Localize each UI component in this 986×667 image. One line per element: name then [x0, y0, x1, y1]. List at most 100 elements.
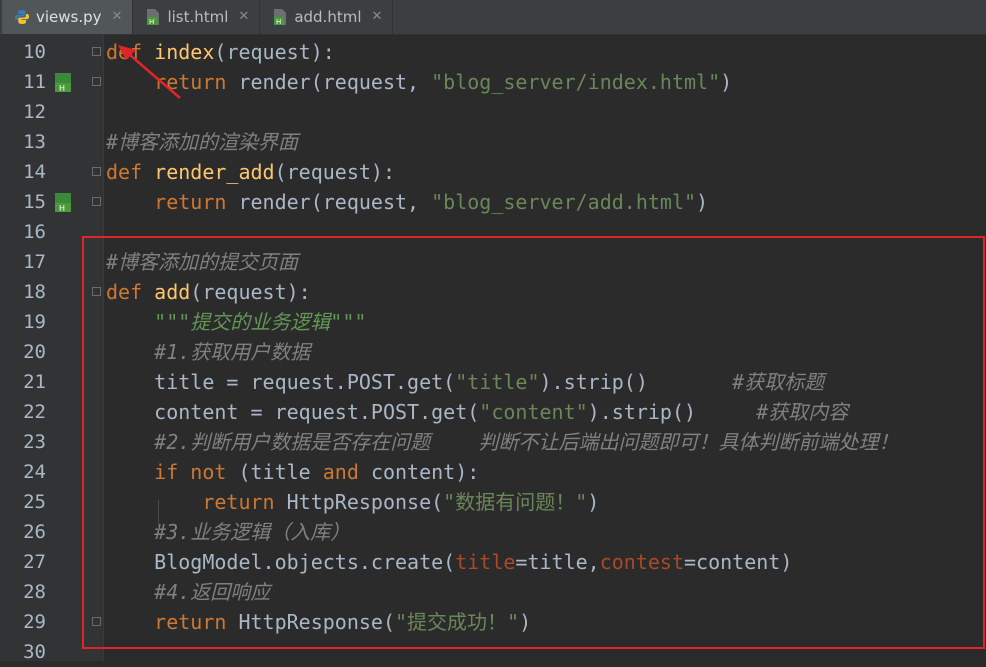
code-token: ):: [310, 40, 335, 64]
line-number: 29: [23, 611, 46, 633]
tab-list-html[interactable]: H list.html ✕: [133, 0, 261, 34]
code-token: =title,: [515, 550, 600, 574]
tab-label: add.html: [294, 7, 362, 26]
line-number: 20: [23, 341, 46, 363]
fold-marker-icon[interactable]: [92, 167, 101, 176]
code-line[interactable]: 21 title = request.POST.get("title").str…: [0, 367, 986, 397]
code-token: (: [214, 40, 227, 64]
code-token: (request):: [190, 280, 311, 304]
code-text: def render_add(request):: [106, 157, 395, 187]
code-token: #2.判断用户数据是否存在问题 判断不让后端出问题即可！具体判断前端处理！: [154, 430, 899, 454]
code-token: "content": [479, 400, 588, 424]
code-token: (title: [238, 460, 323, 484]
html-file-icon: H: [145, 8, 161, 26]
code-line[interactable]: 18 def add(request):: [0, 277, 986, 307]
code-text: return HttpResponse("提交成功！"): [106, 607, 531, 637]
tab-views-py[interactable]: views.py ✕: [2, 0, 134, 34]
svg-text:H: H: [59, 84, 65, 93]
code-line[interactable]: 12: [0, 97, 986, 127]
line-number: 27: [23, 551, 46, 573]
code-token: #4.返回响应: [154, 580, 271, 604]
code-line[interactable]: 30: [0, 637, 986, 667]
code-text: title = request.POST.get("title").strip(…: [106, 367, 824, 397]
fold-marker-icon[interactable]: [92, 287, 101, 296]
line-number: 22: [23, 401, 46, 423]
code-token: ).strip(): [587, 400, 757, 424]
fold-marker-icon[interactable]: [92, 197, 101, 206]
fold-marker-icon[interactable]: [92, 77, 101, 86]
code-line[interactable]: 29 return HttpResponse("提交成功！"): [0, 607, 986, 637]
line-number: 24: [23, 461, 46, 483]
code-line[interactable]: 28 #4.返回响应: [0, 577, 986, 607]
code-token: render(request,: [238, 70, 432, 94]
code-line[interactable]: 14 def render_add(request):: [0, 157, 986, 187]
code-token: ): [720, 70, 733, 94]
code-token: "提交成功！": [395, 610, 520, 634]
code-token: title: [455, 550, 516, 574]
code-line[interactable]: 26 #3.业务逻辑（入库）: [0, 517, 986, 547]
code-line[interactable]: 17 #博客添加的提交页面: [0, 247, 986, 277]
code-token: "blog_server/index.html": [431, 70, 721, 94]
fold-marker-icon[interactable]: [92, 47, 101, 56]
code-line[interactable]: 19 """提交的业务逻辑""": [0, 307, 986, 337]
code-token: content):: [370, 460, 480, 484]
tab-label: list.html: [167, 7, 229, 26]
code-line[interactable]: 13 #博客添加的渲染界面: [0, 127, 986, 157]
code-line[interactable]: 20 #1.获取用户数据: [0, 337, 986, 367]
tab-add-html[interactable]: H add.html ✕: [260, 0, 394, 34]
code-text: def add(request):: [106, 277, 311, 307]
svg-text:H: H: [276, 18, 281, 26]
code-token: HttpResponse(: [238, 610, 396, 634]
line-number: 13: [23, 131, 46, 153]
line-number: 15: [23, 191, 46, 213]
code-line[interactable]: 24 if not (title and content):: [0, 457, 986, 487]
code-token: return: [154, 190, 239, 214]
code-token: #3.业务逻辑（入库）: [154, 520, 351, 544]
code-token: "blog_server/add.html": [431, 190, 697, 214]
code-line[interactable]: 11 H return render(request, "blog_server/…: [0, 67, 986, 97]
svg-text:H: H: [59, 204, 65, 213]
code-line[interactable]: 23 #2.判断用户数据是否存在问题 判断不让后端出问题即可！具体判断前端处理！: [0, 427, 986, 457]
code-text: return render(request, "blog_server/inde…: [106, 67, 732, 97]
code-editor[interactable]: 10 def index(request): 11 H return render(r…: [0, 35, 986, 663]
line-number: 14: [23, 161, 46, 183]
fold-marker-icon[interactable]: [92, 617, 101, 626]
code-text: #2.判断用户数据是否存在问题 判断不让后端出问题即可！具体判断前端处理！: [106, 427, 898, 457]
line-number: 23: [23, 431, 46, 453]
code-token: (request):: [274, 160, 396, 184]
line-number: 28: [23, 581, 46, 603]
close-icon[interactable]: ✕: [112, 9, 123, 24]
code-line[interactable]: 27 BlogModel.objects.create(title=title,…: [0, 547, 986, 577]
line-number: 30: [23, 641, 46, 663]
code-token: add: [154, 280, 191, 304]
code-token: #获取内容: [756, 400, 849, 424]
code-text: #博客添加的提交页面: [106, 247, 298, 277]
code-token: ): [519, 610, 532, 634]
python-file-icon: [14, 9, 30, 25]
line-number: 21: [23, 371, 46, 393]
indent-guide: [158, 500, 159, 530]
code-token: def: [106, 160, 155, 184]
code-token: def: [106, 280, 155, 304]
code-line[interactable]: 25 return HttpResponse("数据有问题！"): [0, 487, 986, 517]
code-line[interactable]: 10 def index(request):: [0, 37, 986, 67]
code-token: content = request.POST.get(: [106, 400, 480, 424]
line-number: 12: [23, 101, 46, 123]
close-icon[interactable]: ✕: [371, 9, 382, 24]
code-token: """提交的业务逻辑""": [154, 310, 367, 334]
code-text: return render(request, "blog_server/add.…: [106, 187, 708, 217]
tab-label: views.py: [36, 7, 102, 26]
editor-tab-bar: views.py ✕ H list.html ✕ H add.html ✕: [0, 0, 986, 35]
code-token: return: [202, 490, 287, 514]
code-token: return: [154, 610, 239, 634]
code-token: HttpResponse(: [286, 490, 444, 514]
code-line[interactable]: 15 H return render(request, "blog_server/…: [0, 187, 986, 217]
code-line[interactable]: 22 content = request.POST.get("content")…: [0, 397, 986, 427]
code-line[interactable]: 16: [0, 217, 986, 247]
close-icon[interactable]: ✕: [238, 9, 249, 24]
